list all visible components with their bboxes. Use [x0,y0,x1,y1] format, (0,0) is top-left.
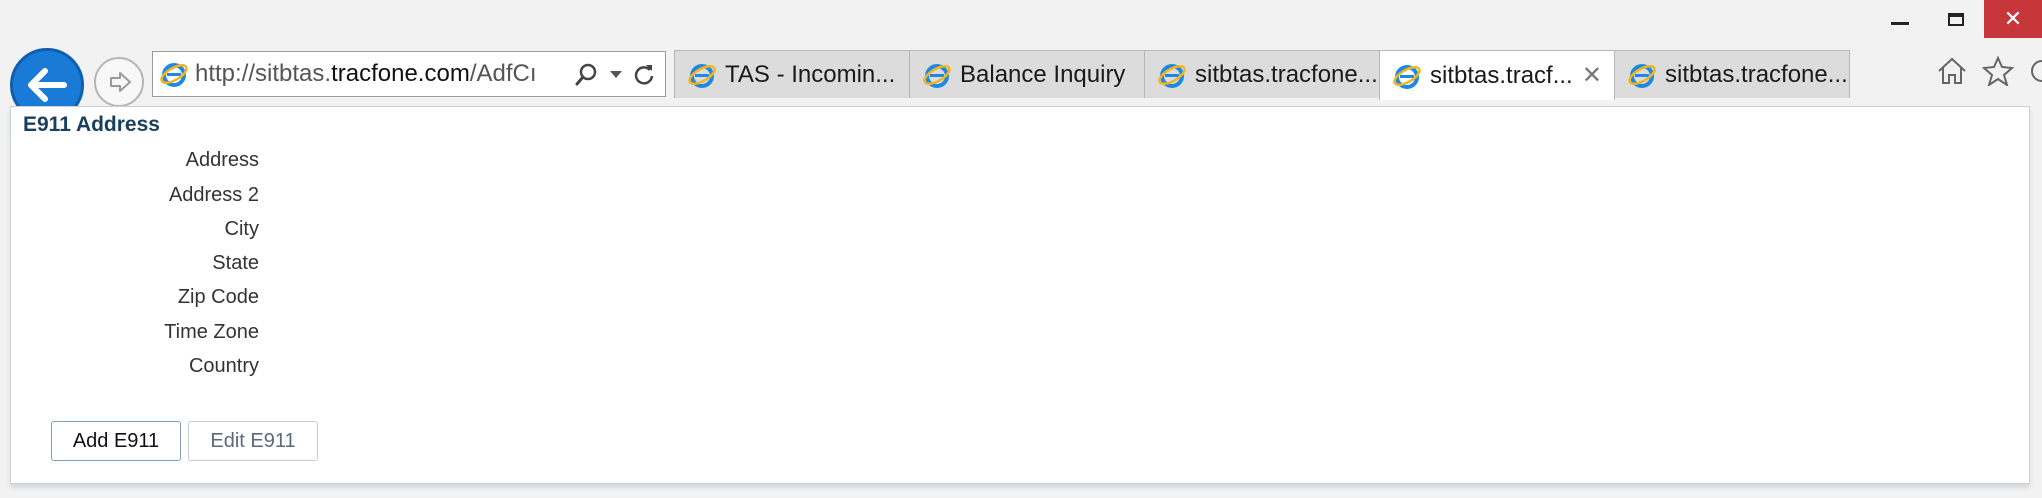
minimize-icon [1891,21,1909,25]
tab-title: sitbtas.tracf... [1430,61,1573,89]
edit-e911-button[interactable]: Edit E911 [188,421,318,461]
tab-3[interactable]: sitbtas.tracfone... [1144,50,1380,98]
minimize-button[interactable] [1872,0,1928,38]
tab-close-icon[interactable]: ✕ [1582,61,1602,90]
dropdown-arrow-icon[interactable] [609,69,623,79]
favorites-star-icon[interactable] [1982,56,2014,86]
ie-logo-icon [160,63,188,87]
e911-panel: E911 Address Address Address 2 City Stat… [10,106,2030,484]
back-arrow-icon [28,68,67,102]
tab-4-active[interactable]: sitbtas.tracf... ✕ [1379,50,1615,100]
add-e911-button[interactable]: Add E911 [51,421,181,461]
forward-button[interactable] [94,57,144,107]
close-icon: ✕ [2003,6,2023,31]
city-label: City [224,218,259,240]
zip-code-label: Zip Code [177,286,259,308]
url-text[interactable]: http://sitbtas.tracfone.com/AdfCı [195,60,555,88]
time-zone-label: Time Zone [164,321,259,343]
close-window-button[interactable]: ✕ [1984,0,2042,38]
country-label: Country [188,355,259,377]
tab-5[interactable]: sitbtas.tracfone... [1614,50,1850,98]
search-icon[interactable] [575,62,599,86]
address2-label: Address 2 [168,184,259,206]
settings-gear-icon[interactable] [2028,56,2042,86]
address-bar[interactable]: http://sitbtas.tracfone.com/AdfCı [152,51,666,97]
tab-title: TAS - Incomin... [725,60,896,88]
refresh-icon[interactable] [633,62,655,86]
navigation-bar: http://sitbtas.tracfone.com/AdfCı TAS - … [0,38,2042,122]
toolbar-icons [1936,56,2042,86]
ie-logo-icon [688,63,716,88]
ie-logo-icon [1628,63,1656,88]
tab-1[interactable]: TAS - Incomin... [674,50,910,98]
forward-arrow-icon [110,72,131,92]
address-label: Address [185,149,259,171]
window-controls: ✕ [1872,0,2042,38]
maximize-button[interactable] [1928,0,1984,38]
tab-title: sitbtas.tracfone... [1195,60,1378,88]
ie-logo-icon [923,63,951,88]
ie-logo-icon [1158,63,1186,88]
maximize-icon [1948,12,1964,26]
section-title: E911 Address [23,113,160,136]
tab-title: Balance Inquiry [960,60,1126,88]
state-label: State [212,252,259,274]
ie-logo-icon [1393,64,1421,89]
tab-2[interactable]: Balance Inquiry [909,50,1145,98]
tab-strip: TAS - Incomin... Balance Inquiry sitbtas… [674,50,1850,100]
home-icon[interactable] [1936,56,1968,86]
tab-title: sitbtas.tracfone... [1665,60,1848,88]
